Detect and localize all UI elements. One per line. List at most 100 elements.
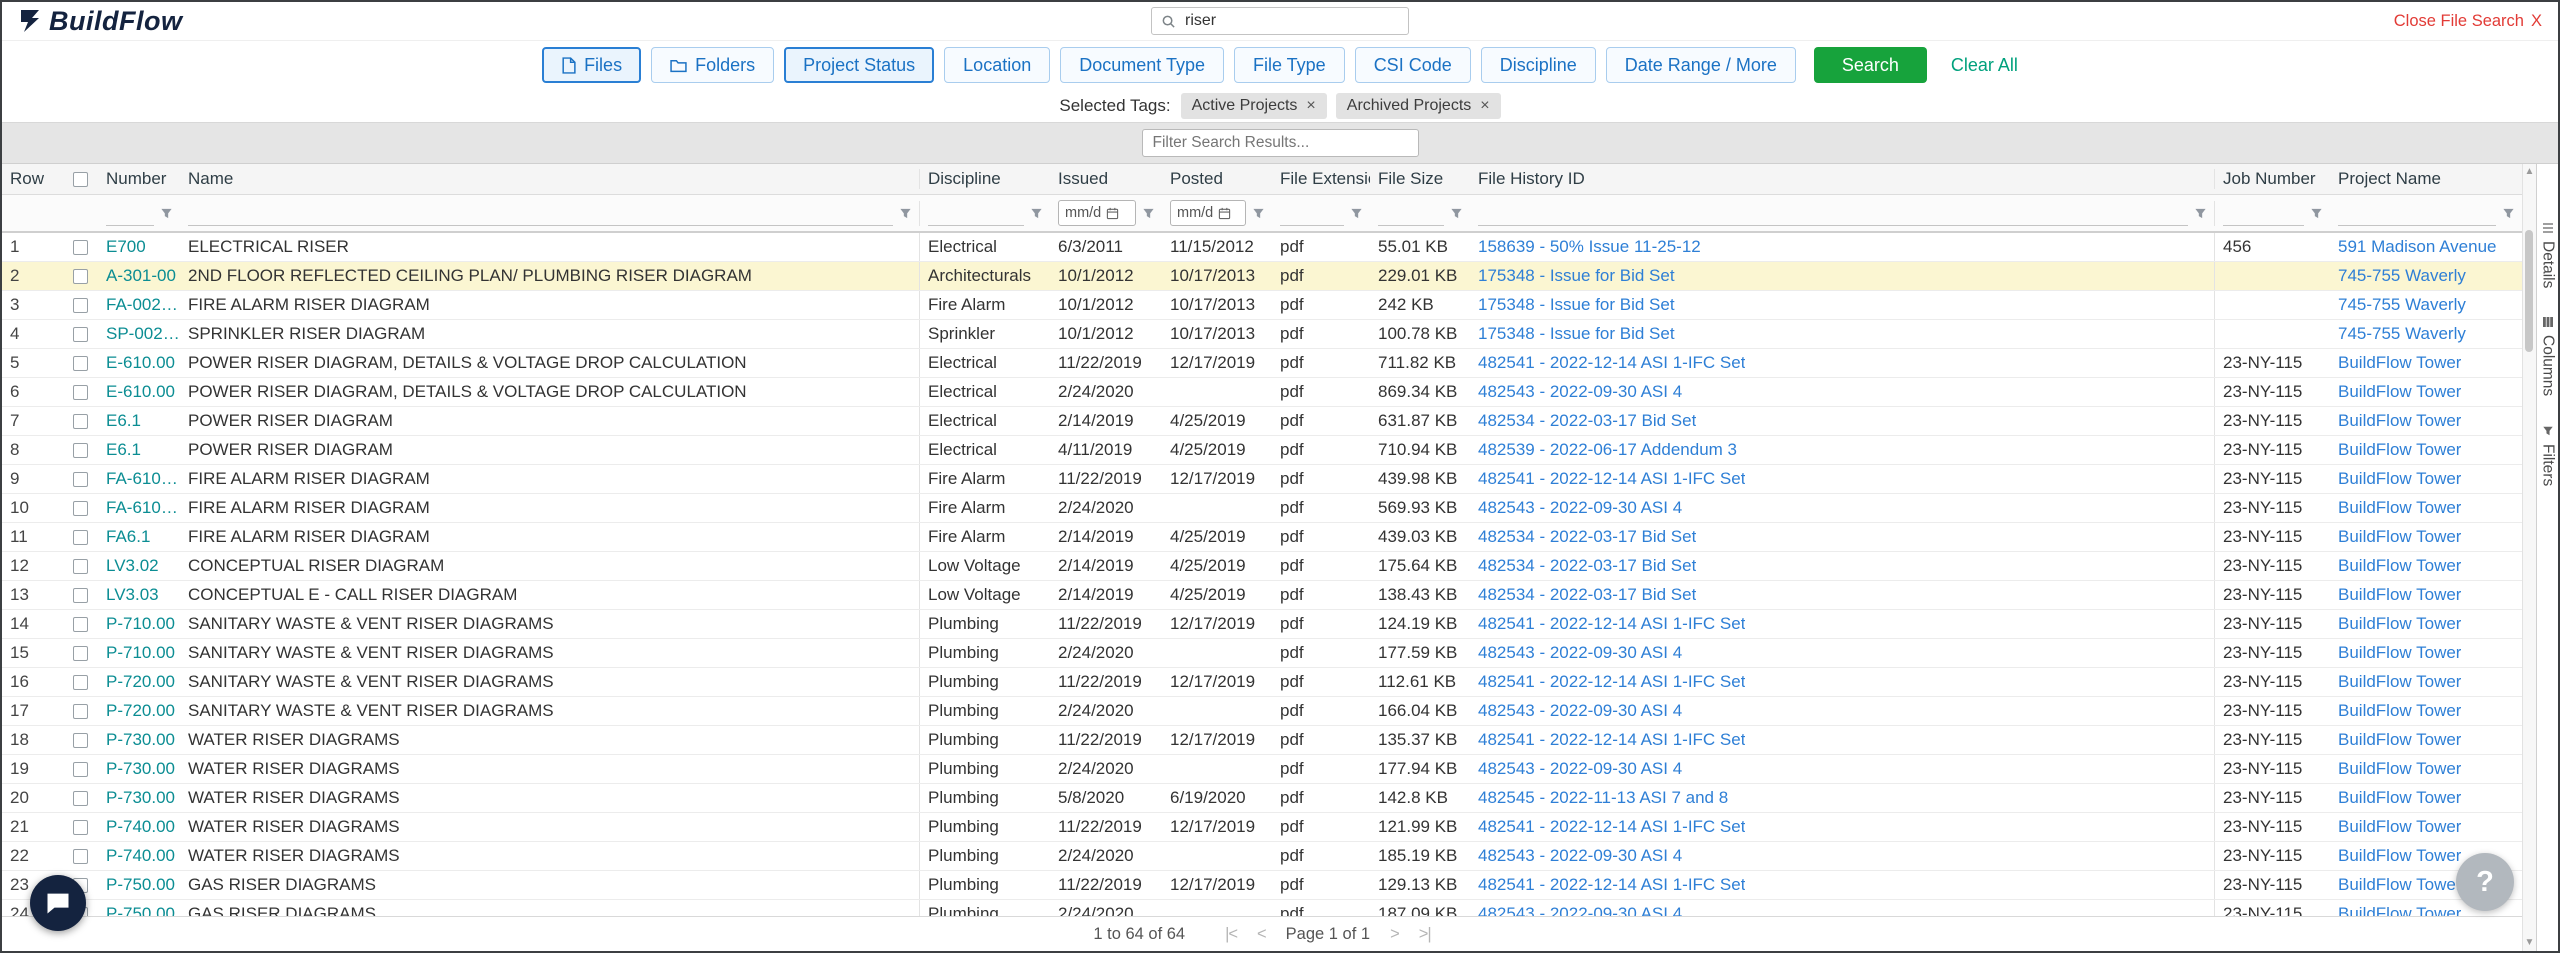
row-checkbox[interactable] [73,588,88,603]
next-page-button[interactable]: > [1390,925,1399,944]
side-tab-columns[interactable]: Columns [2539,316,2557,396]
table-row[interactable]: 8E6.1POWER RISER DIAGRAMElectrical4/11/2… [2,436,2522,465]
chat-button[interactable] [30,875,86,931]
row-checkbox[interactable] [73,385,88,400]
file-history-link[interactable]: 482543 - 2022-09-30 ASI 4 [1478,643,1682,663]
file-number-link[interactable]: P-750.00 [106,904,175,916]
file-history-link[interactable]: 482541 - 2022-12-14 ASI 1-IFC Set [1478,353,1745,373]
file-history-link[interactable]: 482534 - 2022-03-17 Bid Set [1478,556,1696,576]
filter-button-date-range-more[interactable]: Date Range / More [1606,47,1796,83]
file-history-link[interactable]: 482539 - 2022-06-17 Addendum 3 [1478,440,1737,460]
filter-input-discipline[interactable] [928,201,1024,226]
last-page-button[interactable]: >| [1419,925,1431,944]
filter-button-folders[interactable]: Folders [651,47,774,83]
file-history-link[interactable]: 482534 - 2022-03-17 Bid Set [1478,585,1696,605]
filter-button-file-type[interactable]: File Type [1234,47,1345,83]
row-checkbox[interactable] [73,820,88,835]
file-history-link[interactable]: 482541 - 2022-12-14 ASI 1-IFC Set [1478,672,1745,692]
table-row[interactable]: 14P-710.00SANITARY WASTE & VENT RISER DI… [2,610,2522,639]
project-name-link[interactable]: BuildFlow Tower [2338,730,2461,750]
file-history-link[interactable]: 482541 - 2022-12-14 ASI 1-IFC Set [1478,730,1745,750]
project-name-link[interactable]: BuildFlow Tower [2338,817,2461,837]
row-checkbox[interactable] [73,704,88,719]
table-row[interactable]: 11FA6.1FIRE ALARM RISER DIAGRAMFire Alar… [2,523,2522,552]
file-number-link[interactable]: P-730.00 [106,730,175,750]
project-name-link[interactable]: BuildFlow Tower [2338,585,2461,605]
posted-date-filter[interactable]: mm/d [1170,200,1246,226]
file-number-link[interactable]: E6.1 [106,440,141,460]
filter-input-project-name[interactable] [2338,201,2496,226]
filter-button-csi-code[interactable]: CSI Code [1355,47,1471,83]
help-button[interactable]: ? [2456,853,2514,911]
row-checkbox[interactable] [73,849,88,864]
project-name-link[interactable]: BuildFlow Tower [2338,382,2461,402]
project-name-link[interactable]: 745-755 Waverly [2338,266,2466,286]
table-row[interactable]: 12LV3.02CONCEPTUAL RISER DIAGRAMLow Volt… [2,552,2522,581]
project-name-link[interactable]: BuildFlow Tower [2338,556,2461,576]
file-history-link[interactable]: 158639 - 50% Issue 11-25-12 [1478,237,1701,257]
filter-funnel-icon[interactable] [1450,207,1463,220]
file-number-link[interactable]: P-710.00 [106,643,175,663]
file-number-link[interactable]: E-610.00 [106,353,175,373]
project-name-link[interactable]: BuildFlow Tower [2338,875,2461,895]
side-tab-filters[interactable]: Filters [2539,425,2557,486]
filter-funnel-icon[interactable] [1030,207,1043,220]
file-history-link[interactable]: 482541 - 2022-12-14 ASI 1-IFC Set [1478,817,1745,837]
scrollbar-thumb[interactable] [2525,230,2533,352]
tag-chip-archived-projects[interactable]: Archived Projects× [1336,93,1501,119]
project-name-link[interactable]: BuildFlow Tower [2338,469,2461,489]
project-name-link[interactable]: BuildFlow Tower [2338,411,2461,431]
table-row[interactable]: 17P-720.00SANITARY WASTE & VENT RISER DI… [2,697,2522,726]
file-number-link[interactable]: LV3.02 [106,556,159,576]
filter-funnel-icon[interactable] [899,207,912,220]
filter-funnel-icon[interactable] [2310,207,2323,220]
select-all-checkbox[interactable] [73,172,88,187]
table-row[interactable]: 16P-720.00SANITARY WASTE & VENT RISER DI… [2,668,2522,697]
filter-button-location[interactable]: Location [944,47,1050,83]
file-history-link[interactable]: 482541 - 2022-12-14 ASI 1-IFC Set [1478,875,1745,895]
table-row[interactable]: 4SP-002-00SPRINKLER RISER DIAGRAMSprinkl… [2,320,2522,349]
table-row[interactable]: 19P-730.00WATER RISER DIAGRAMSPlumbing2/… [2,755,2522,784]
table-row[interactable]: 10FA-610.00FIRE ALARM RISER DIAGRAMFire … [2,494,2522,523]
file-history-link[interactable]: 482534 - 2022-03-17 Bid Set [1478,527,1696,547]
tag-remove-icon[interactable]: × [1306,98,1315,114]
project-name-link[interactable]: BuildFlow Tower [2338,353,2461,373]
project-name-link[interactable]: BuildFlow Tower [2338,527,2461,547]
file-history-link[interactable]: 482534 - 2022-03-17 Bid Set [1478,411,1696,431]
row-checkbox[interactable] [73,240,88,255]
row-checkbox[interactable] [73,356,88,371]
table-row[interactable]: 24P-750.00GAS RISER DIAGRAMSPlumbing2/24… [2,900,2522,916]
filter-input-name[interactable] [188,201,893,226]
filter-input-number[interactable] [106,201,154,226]
file-number-link[interactable]: P-730.00 [106,759,175,779]
filter-funnel-icon[interactable] [2502,207,2515,220]
filter-input-file-history-id[interactable] [1478,201,2188,226]
project-name-link[interactable]: BuildFlow Tower [2338,846,2461,866]
prev-page-button[interactable]: < [1257,925,1266,944]
file-history-link[interactable]: 482541 - 2022-12-14 ASI 1-IFC Set [1478,469,1745,489]
file-number-link[interactable]: P-710.00 [106,614,175,634]
row-checkbox[interactable] [73,530,88,545]
first-page-button[interactable]: |< [1225,925,1237,944]
row-checkbox[interactable] [73,327,88,342]
row-checkbox[interactable] [73,733,88,748]
filter-button-project-status[interactable]: Project Status [784,47,934,83]
tag-remove-icon[interactable]: × [1480,98,1489,114]
row-checkbox[interactable] [73,646,88,661]
table-row[interactable]: 5E-610.00POWER RISER DIAGRAM, DETAILS & … [2,349,2522,378]
search-button[interactable]: Search [1814,47,1927,83]
row-checkbox[interactable] [73,443,88,458]
row-checkbox[interactable] [73,501,88,516]
table-row[interactable]: 6E-610.00POWER RISER DIAGRAM, DETAILS & … [2,378,2522,407]
issued-date-filter[interactable]: mm/d [1058,200,1136,226]
project-name-link[interactable]: 591 Madison Avenue [2338,237,2496,257]
filter-input-file-size[interactable] [1378,201,1444,226]
table-row[interactable]: 20P-730.00WATER RISER DIAGRAMSPlumbing5/… [2,784,2522,813]
file-history-link[interactable]: 482543 - 2022-09-30 ASI 4 [1478,382,1682,402]
project-name-link[interactable]: BuildFlow Tower [2338,614,2461,634]
row-checkbox[interactable] [73,559,88,574]
file-history-link[interactable]: 175348 - Issue for Bid Set [1478,324,1675,344]
project-name-link[interactable]: BuildFlow Tower [2338,759,2461,779]
project-name-link[interactable]: 745-755 Waverly [2338,295,2466,315]
file-number-link[interactable]: FA-610.00 [106,498,180,518]
